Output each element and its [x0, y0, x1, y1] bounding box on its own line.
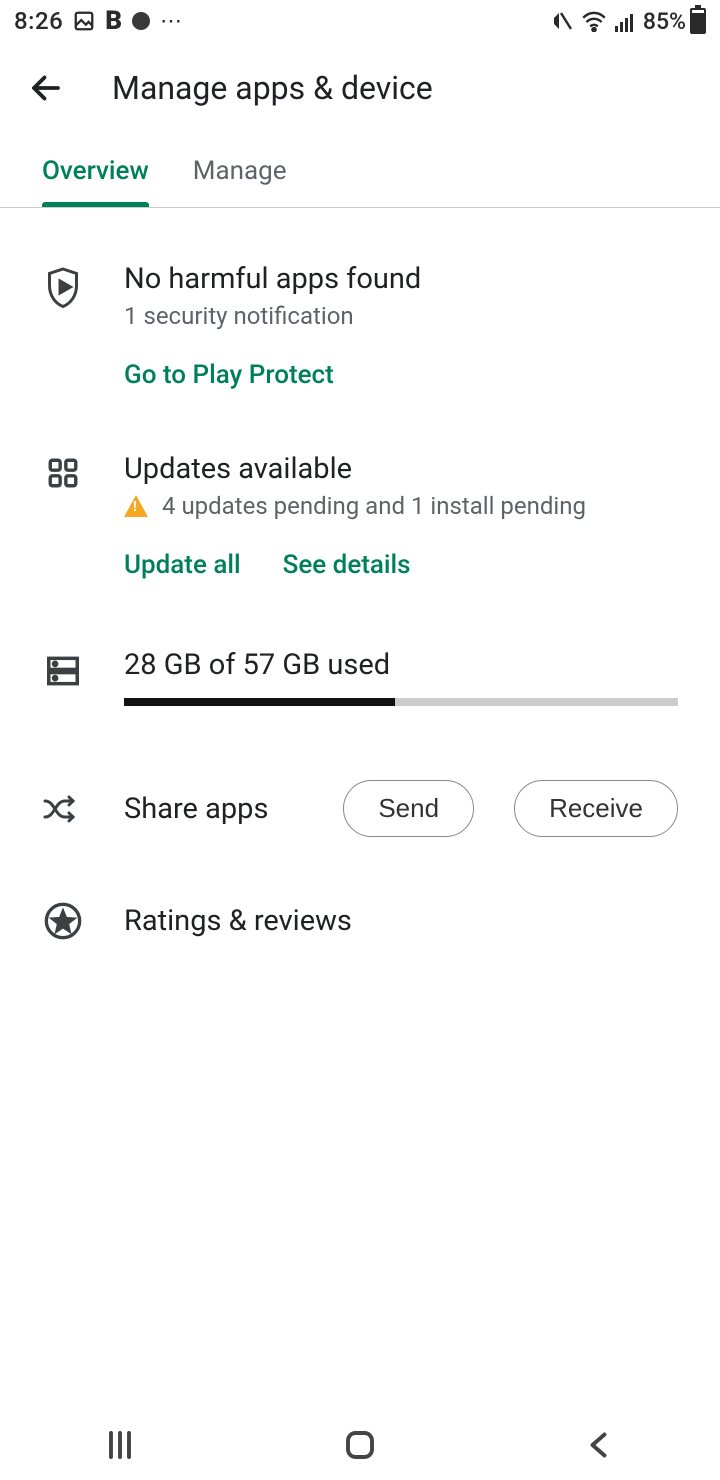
shield-play-icon: [44, 266, 82, 308]
nav-home-icon[interactable]: [342, 1427, 378, 1463]
section-play-protect[interactable]: No harmful apps found 1 security notific…: [0, 248, 720, 418]
section-storage[interactable]: 28 GB of 57 GB used: [0, 608, 720, 734]
section-updates[interactable]: Updates available 4 updates pending and …: [0, 418, 720, 608]
tab-manage[interactable]: Manage: [193, 134, 287, 207]
receive-button[interactable]: Receive: [514, 780, 678, 837]
protect-subtitle: 1 security notification: [124, 302, 678, 330]
storage-label: 28 GB of 57 GB used: [124, 648, 678, 682]
battery-percent: 85%: [643, 8, 686, 35]
content: No harmful apps found 1 security notific…: [0, 208, 720, 973]
app-dot-icon: [132, 12, 150, 30]
see-details-link[interactable]: See details: [283, 550, 411, 580]
share-crossover-icon: [43, 795, 83, 823]
protect-title: No harmful apps found: [124, 262, 678, 296]
tabs: Overview Manage: [0, 134, 720, 208]
vibrate-mute-icon: [551, 9, 575, 33]
send-button[interactable]: Send: [343, 780, 474, 837]
section-share-apps: Share apps Send Receive: [0, 734, 720, 869]
signal-icon: [613, 10, 637, 32]
system-nav-bar: [0, 1410, 720, 1480]
ratings-reviews-label: Ratings & reviews: [124, 904, 352, 938]
apps-grid-icon: [46, 456, 80, 490]
section-ratings-reviews[interactable]: Ratings & reviews: [0, 869, 720, 973]
wifi-icon: [581, 10, 607, 32]
page-title: Manage apps & device: [112, 69, 433, 107]
nav-back-icon[interactable]: [582, 1427, 618, 1463]
warning-icon: [124, 495, 148, 517]
storage-icon: [44, 652, 82, 690]
update-all-link[interactable]: Update all: [124, 550, 241, 580]
status-bar: 8:26 B ⋯ 85%: [0, 0, 720, 42]
app-bar: Manage apps & device: [0, 42, 720, 134]
storage-progress-fill: [124, 698, 395, 706]
status-time: 8:26: [14, 7, 63, 35]
nav-recents-icon[interactable]: [102, 1427, 138, 1463]
image-icon: [73, 10, 95, 32]
battery-icon: [690, 8, 706, 34]
more-horizontal-icon: ⋯: [160, 9, 183, 34]
play-protect-link[interactable]: Go to Play Protect: [124, 360, 334, 390]
bold-b-icon: B: [105, 6, 122, 36]
updates-subtitle: 4 updates pending and 1 install pending: [162, 492, 586, 520]
star-circle-icon: [43, 901, 83, 941]
share-apps-label: Share apps: [124, 792, 303, 826]
updates-title: Updates available: [124, 452, 678, 486]
storage-progress: [124, 698, 678, 706]
back-arrow-icon[interactable]: [28, 70, 64, 106]
tab-overview[interactable]: Overview: [42, 134, 149, 207]
